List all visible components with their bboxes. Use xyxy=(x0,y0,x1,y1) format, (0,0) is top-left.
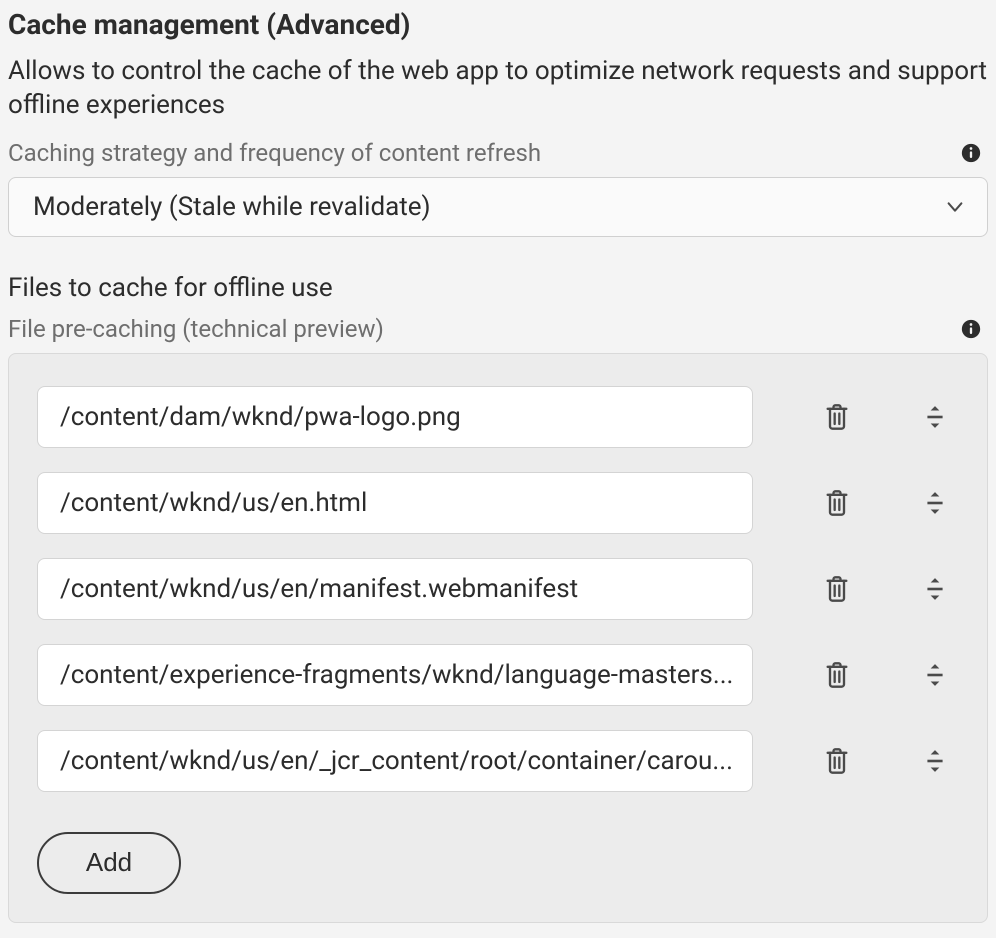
reorder-icon xyxy=(922,402,948,432)
row-actions xyxy=(761,485,959,521)
reorder-button[interactable] xyxy=(917,657,953,693)
strategy-selected-value: Moderately (Stale while revalidate) xyxy=(33,192,431,222)
file-row: /content/experience-fragments/wknd/langu… xyxy=(37,644,959,706)
row-actions xyxy=(761,399,959,435)
file-row: /content/wknd/us/en.html xyxy=(37,472,959,534)
reorder-icon xyxy=(922,660,948,690)
file-path-input[interactable]: /content/experience-fragments/wknd/langu… xyxy=(37,644,753,706)
precache-label: File pre-caching (technical preview) xyxy=(8,315,384,343)
delete-button[interactable] xyxy=(819,743,855,779)
delete-button[interactable] xyxy=(819,399,855,435)
trash-icon xyxy=(823,660,851,690)
strategy-select-wrap: Moderately (Stale while revalidate) xyxy=(8,177,988,237)
delete-button[interactable] xyxy=(819,485,855,521)
trash-icon xyxy=(823,402,851,432)
trash-icon xyxy=(823,488,851,518)
section-description: Allows to control the cache of the web a… xyxy=(8,55,988,123)
row-actions xyxy=(761,657,959,693)
reorder-button[interactable] xyxy=(917,399,953,435)
file-path-input[interactable]: /content/dam/wknd/pwa-logo.png xyxy=(37,386,753,448)
strategy-label-row: Caching strategy and frequency of conten… xyxy=(8,139,988,167)
row-actions xyxy=(761,743,959,779)
file-row: /content/wknd/us/en/manifest.webmanifest xyxy=(37,558,959,620)
trash-icon xyxy=(823,746,851,776)
reorder-button[interactable] xyxy=(917,571,953,607)
section-title: Cache management (Advanced) xyxy=(8,8,988,41)
strategy-select[interactable]: Moderately (Stale while revalidate) xyxy=(8,177,988,237)
reorder-icon xyxy=(922,574,948,604)
add-button[interactable]: Add xyxy=(37,832,181,894)
precache-label-row: File pre-caching (technical preview) xyxy=(8,315,988,343)
row-actions xyxy=(761,571,959,607)
file-row: /content/wknd/us/en/_jcr_content/root/co… xyxy=(37,730,959,792)
precache-panel: /content/dam/wknd/pwa-logo.png/content/w… xyxy=(8,353,988,923)
cache-management-panel: Cache management (Advanced) Allows to co… xyxy=(0,0,996,923)
info-icon[interactable] xyxy=(960,318,982,340)
file-path-input[interactable]: /content/wknd/us/en/manifest.webmanifest xyxy=(37,558,753,620)
delete-button[interactable] xyxy=(819,657,855,693)
file-path-input[interactable]: /content/wknd/us/en.html xyxy=(37,472,753,534)
trash-icon xyxy=(823,574,851,604)
reorder-icon xyxy=(922,488,948,518)
delete-button[interactable] xyxy=(819,571,855,607)
file-row: /content/dam/wknd/pwa-logo.png xyxy=(37,386,959,448)
reorder-button[interactable] xyxy=(917,743,953,779)
reorder-button[interactable] xyxy=(917,485,953,521)
reorder-icon xyxy=(922,746,948,776)
info-icon[interactable] xyxy=(960,142,982,164)
offline-title: Files to cache for offline use xyxy=(8,273,988,303)
strategy-label: Caching strategy and frequency of conten… xyxy=(8,139,541,167)
file-path-input[interactable]: /content/wknd/us/en/_jcr_content/root/co… xyxy=(37,730,753,792)
